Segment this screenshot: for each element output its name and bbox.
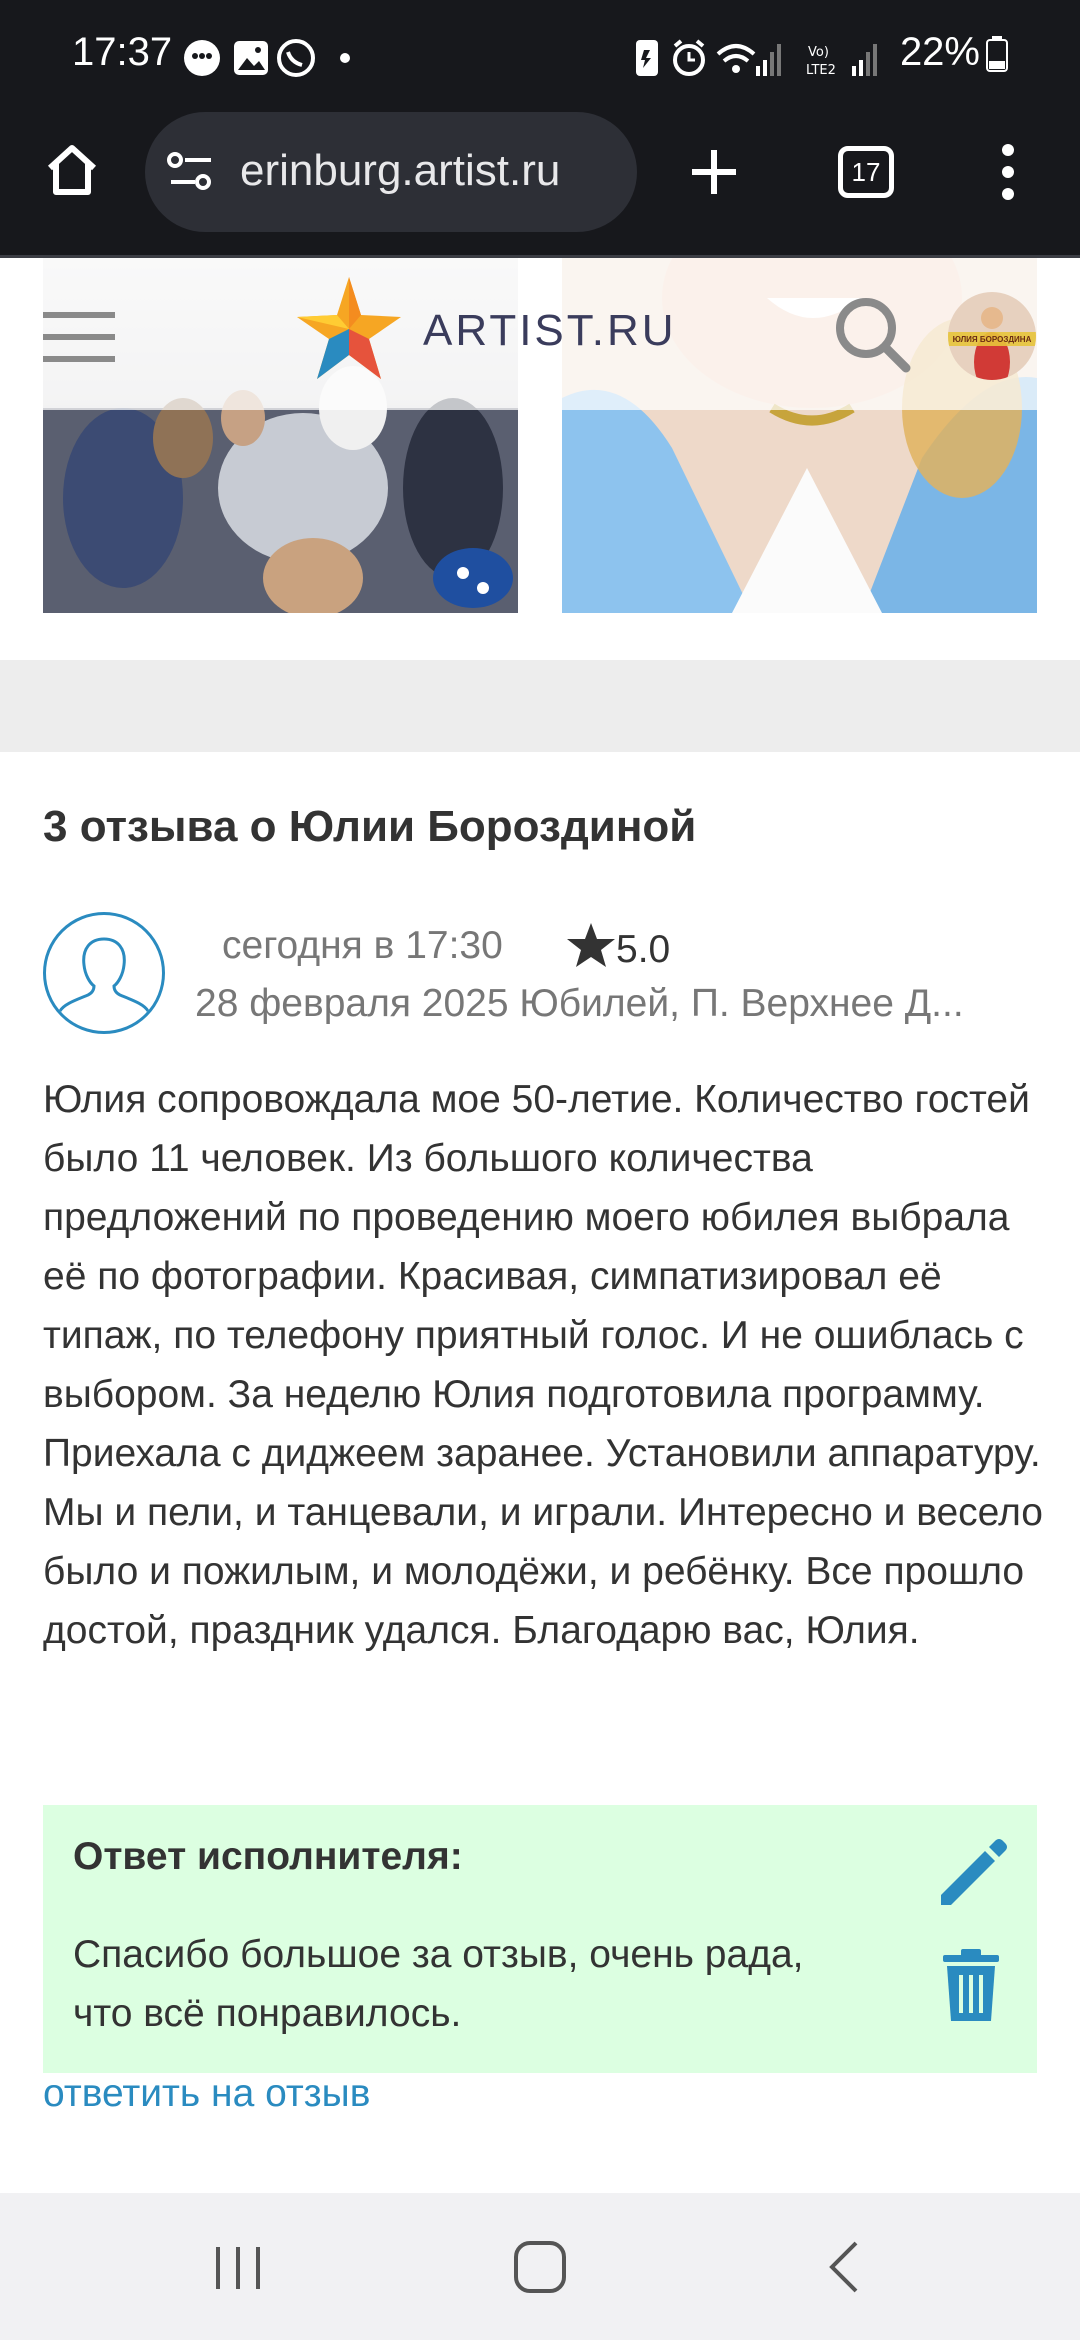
user-placeholder-icon (58, 937, 150, 1012)
battery-percent: 22% (899, 30, 980, 74)
performer-answer: Ответ исполнителя: Спасибо большое за от… (43, 1805, 1037, 2073)
recent-apps-icon[interactable] (212, 2243, 264, 2293)
status-bar: 17:37 Vo) LTE2 22% (0, 0, 1080, 112)
reviews-heading: 3 отзыва о Юлии Бороздиной (43, 802, 697, 851)
review-text: Юлия сопровождала мое 50-летие. Количест… (43, 1078, 1043, 1652)
system-status-icons: Vo) LTE2 (636, 39, 877, 78)
home-button-icon[interactable] (512, 2239, 568, 2295)
section-divider (0, 660, 1080, 752)
answer-title: Ответ исполнителя: (73, 1835, 463, 1878)
browser-toolbar: erinburg.artist.ru 17 (0, 112, 1080, 258)
svg-text:Vo): Vo) (808, 45, 829, 60)
site-settings-icon[interactable] (167, 150, 217, 194)
edit-pencil-icon[interactable] (933, 1833, 1011, 1911)
site-header: ARTIST.RU ЮЛИЯ БОРОЗДИНА (0, 258, 1080, 410)
web-page: ARTIST.RU ЮЛИЯ БОРОЗДИНА 3 отзыва о Юлии… (0, 258, 1080, 2193)
reply-to-review-link[interactable]: ответить на отзыв (43, 2072, 370, 2116)
profile-avatar[interactable]: ЮЛИЯ БОРОЗДИНА (948, 292, 1036, 380)
url-text[interactable]: erinburg.artist.ru (240, 146, 560, 196)
artist-logo-icon[interactable] (293, 273, 405, 385)
rating-value: 5.0 (616, 928, 671, 971)
svg-text:LTE2: LTE2 (806, 63, 836, 78)
review-event: 28 февраля 2025 Юбилей, П. Верхнее Д... (195, 982, 964, 1025)
tab-switcher-button[interactable]: 17 (838, 146, 894, 198)
reviewer-avatar (43, 912, 165, 1034)
delete-trash-icon[interactable] (941, 1949, 1001, 2023)
hamburger-menu-icon[interactable] (43, 310, 115, 364)
review-date: сегодня в 17:30 (222, 924, 503, 967)
battery-icon (986, 36, 1008, 72)
system-navigation-bar (0, 2193, 1080, 2340)
star-icon (567, 923, 615, 967)
more-menu-icon[interactable] (996, 142, 1020, 202)
answer-text: Спасибо большое за отзыв, очень рада, чт… (73, 1933, 804, 2035)
clock: 17:37 (72, 30, 173, 74)
address-bar[interactable]: erinburg.artist.ru (145, 112, 637, 232)
back-icon[interactable] (826, 2239, 862, 2295)
tab-count: 17 (851, 157, 881, 187)
search-icon[interactable] (832, 294, 912, 374)
notification-icons (184, 39, 350, 77)
new-tab-icon[interactable] (688, 146, 740, 198)
home-icon[interactable] (42, 140, 102, 200)
profile-badge-text: ЮЛИЯ БОРОЗДИНА (952, 335, 1032, 344)
review-rating: 5.0 (566, 922, 670, 972)
site-logo-text[interactable]: ARTIST.RU (423, 306, 677, 356)
